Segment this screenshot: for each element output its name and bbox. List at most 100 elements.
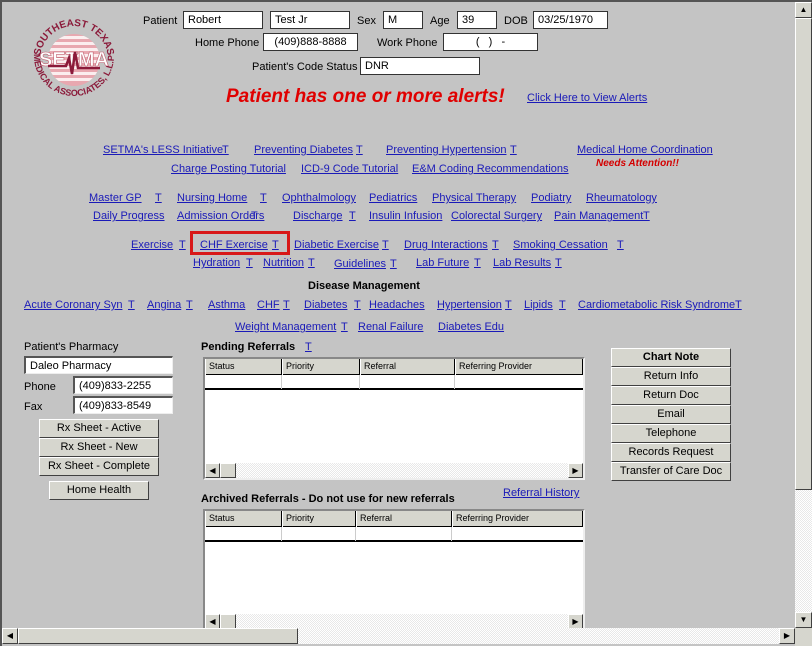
discharge-link[interactable]: Discharge [293,210,343,222]
pending-referrals-grid[interactable]: Status Priority Referral Referring Provi… [203,357,585,480]
em-coding-link[interactable]: E&M Coding Recommendations [412,163,569,175]
chf-link[interactable]: CHF [257,299,280,311]
view-alerts-link[interactable]: Click Here to View Alerts [527,92,647,104]
lab-future-link[interactable]: Lab Future [416,257,469,269]
angina-link[interactable]: Angina [147,299,181,311]
archived-grid-hscrollbar[interactable]: ◀ ▶ [205,614,583,629]
lab-results-t-link[interactable]: T [555,257,562,269]
window-hscrollbar[interactable]: ◀ ▶ [2,628,795,644]
less-initiative-t-link[interactable]: T [222,144,229,156]
lab-future-t-link[interactable]: T [474,257,481,269]
chf-t-link[interactable]: T [283,299,290,311]
rx-sheet-new-button[interactable]: Rx Sheet - New [39,438,159,457]
scroll-thumb[interactable] [220,463,236,478]
scroll-right-icon[interactable]: ▶ [568,463,583,478]
archived-referrals-grid[interactable]: Status Priority Referral Referring Provi… [203,509,585,631]
return-info-button[interactable]: Return Info [611,367,731,386]
email-button[interactable]: Email [611,405,731,424]
hypertension-t-link[interactable]: T [505,299,512,311]
column-header-referring-provider[interactable]: Referring Provider [452,511,583,527]
pain-management-link[interactable]: Pain Management [554,210,643,222]
master-gp-link[interactable]: Master GP [89,192,142,204]
nursing-home-link[interactable]: Nursing Home [177,192,247,204]
nutrition-t-link[interactable]: T [308,257,315,269]
home-health-button[interactable]: Home Health [49,481,149,500]
scroll-left-icon[interactable]: ◀ [205,614,220,629]
sex-field[interactable]: M [383,11,423,29]
rheumatology-link[interactable]: Rheumatology [586,192,657,204]
icd9-link[interactable]: ICD-9 Code Tutorial [301,163,398,175]
less-initiative-link[interactable]: SETMA's LESS Initiative [103,144,223,156]
smoking-cessation-link[interactable]: Smoking Cessation [513,239,608,251]
smoking-cessation-t-link[interactable]: T [617,239,624,251]
chart-note-button[interactable]: Chart Note [611,348,731,367]
scroll-right-icon[interactable]: ▶ [568,614,583,629]
diabetes-edu-link[interactable]: Diabetes Edu [438,321,504,333]
podiatry-link[interactable]: Podiatry [531,192,571,204]
preventing-diabetes-t-link[interactable]: T [356,144,363,156]
code-status-field[interactable]: DNR [360,57,480,75]
nutrition-link[interactable]: Nutrition [263,257,304,269]
first-name-field[interactable]: Robert [183,11,263,29]
age-field[interactable]: 39 [457,11,497,29]
daily-progress-link[interactable]: Daily Progress [93,210,165,222]
diabetic-exercise-t-link[interactable]: T [382,239,389,251]
lab-results-link[interactable]: Lab Results [493,257,551,269]
pharmacy-name-field[interactable]: Daleo Pharmacy [24,356,173,374]
scroll-left-icon[interactable]: ◀ [2,628,18,644]
nursing-home-t-link[interactable]: T [260,192,267,204]
window-vscrollbar[interactable]: ▲ ▼ [795,2,812,628]
column-header-referral[interactable]: Referral [356,511,452,527]
column-header-status[interactable]: Status [205,359,282,375]
column-header-referral[interactable]: Referral [360,359,455,375]
guidelines-t-link[interactable]: T [390,258,397,270]
diabetic-exercise-link[interactable]: Diabetic Exercise [294,239,379,251]
preventing-diabetes-link[interactable]: Preventing Diabetes [254,144,353,156]
preventing-hypertension-link[interactable]: Preventing Hypertension [386,144,506,156]
acute-coronary-t-link[interactable]: T [128,299,135,311]
chf-exercise-t-link[interactable]: T [272,239,279,251]
column-header-referring-provider[interactable]: Referring Provider [455,359,583,375]
pediatrics-link[interactable]: Pediatrics [369,192,417,204]
preventing-hypertension-t-link[interactable]: T [510,144,517,156]
guidelines-link[interactable]: Guidelines [334,258,386,270]
scroll-left-icon[interactable]: ◀ [205,463,220,478]
weight-management-link[interactable]: Weight Management [235,321,336,333]
work-phone-field[interactable]: ( ) - [443,33,538,51]
chf-exercise-link[interactable]: CHF Exercise [200,239,268,251]
hydration-t-link[interactable]: T [246,257,253,269]
colorectal-surgery-link[interactable]: Colorectal Surgery [451,210,542,222]
weight-management-t-link[interactable]: T [341,321,348,333]
lipids-link[interactable]: Lipids [524,299,553,311]
pending-referrals-t-link[interactable]: T [305,341,312,353]
hscroll-thumb[interactable] [18,628,298,644]
lipids-t-link[interactable]: T [559,299,566,311]
diabetes-t-link[interactable]: T [354,299,361,311]
scroll-right-icon[interactable]: ▶ [779,628,795,644]
acute-coronary-link[interactable]: Acute Coronary Syn [24,299,122,311]
ophthalmology-link[interactable]: Ophthalmology [282,192,356,204]
scroll-thumb[interactable] [220,614,236,629]
column-header-priority[interactable]: Priority [282,359,360,375]
pharmacy-fax-field[interactable]: (409)833-8549 [73,396,173,414]
exercise-t-link[interactable]: T [179,239,186,251]
return-doc-button[interactable]: Return Doc [611,386,731,405]
angina-t-link[interactable]: T [186,299,193,311]
charge-posting-link[interactable]: Charge Posting Tutorial [171,163,286,175]
drug-interactions-link[interactable]: Drug Interactions [404,239,488,251]
cardiometabolic-t-link[interactable]: T [735,299,742,311]
asthma-link[interactable]: Asthma [208,299,245,311]
pending-grid-hscrollbar[interactable]: ◀ ▶ [205,463,583,478]
headaches-link[interactable]: Headaches [369,299,425,311]
telephone-button[interactable]: Telephone [611,424,731,443]
pharmacy-phone-field[interactable]: (409)833-2255 [73,376,173,394]
rx-sheet-active-button[interactable]: Rx Sheet - Active [39,419,159,438]
table-row[interactable] [205,527,583,542]
rx-sheet-complete-button[interactable]: Rx Sheet - Complete [39,457,159,476]
physical-therapy-link[interactable]: Physical Therapy [432,192,516,204]
drug-interactions-t-link[interactable]: T [492,239,499,251]
dob-field[interactable]: 03/25/1970 [533,11,608,29]
discharge-t-link[interactable]: T [349,210,356,222]
diabetes-link[interactable]: Diabetes [304,299,347,311]
vscroll-thumb[interactable] [795,18,812,490]
